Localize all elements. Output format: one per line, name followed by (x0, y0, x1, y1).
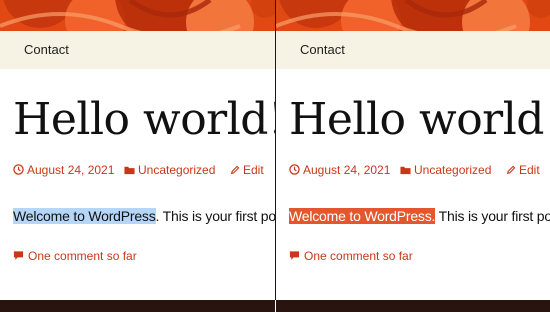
post-category-link[interactable]: Uncategorized (124, 163, 215, 177)
highlighted-text[interactable]: Welcome to WordPress. (289, 208, 435, 224)
selected-text[interactable]: Welcome to WordPress (13, 208, 156, 224)
left-panel: Contact Hello world! August 24, 2021 Unc… (0, 0, 275, 312)
post-category: Uncategorized (138, 163, 216, 177)
post-category-link[interactable]: Uncategorized (400, 163, 491, 177)
speech-bubble-icon (289, 251, 300, 260)
post-content-rest: This is your first post. (438, 208, 550, 224)
comments-link[interactable]: One comment so far (13, 249, 137, 263)
folder-icon (124, 166, 135, 175)
banner-pattern (0, 0, 275, 31)
right-panel: Contact Hello world! August 24, 2021 Unc… (276, 0, 550, 312)
comments-link[interactable]: One comment so far (289, 249, 413, 263)
post-category: Uncategorized (414, 163, 492, 177)
post-date: August 24, 2021 (303, 163, 391, 177)
header-banner-image (276, 0, 550, 31)
footer-bar (0, 300, 275, 312)
comments-label: One comment so far (304, 249, 413, 263)
clock-icon (13, 164, 24, 175)
post-edit-label: Edit (243, 163, 264, 177)
pencil-icon (506, 165, 516, 175)
post-edit-link[interactable]: Edit (230, 163, 264, 177)
post-date-link[interactable]: August 24, 2021 (13, 163, 114, 177)
post-date: August 24, 2021 (27, 163, 115, 177)
clock-icon (289, 164, 300, 175)
post-date-link[interactable]: August 24, 2021 (289, 163, 390, 177)
post-content: Welcome to WordPress. This is your first… (13, 208, 275, 224)
nav-contact-link[interactable]: Contact (24, 42, 69, 57)
speech-bubble-icon (13, 251, 24, 260)
post-title[interactable]: Hello world! (289, 98, 550, 142)
comments-label: One comment so far (28, 249, 137, 263)
post-edit-link[interactable]: Edit (506, 163, 540, 177)
post-title[interactable]: Hello world! (13, 98, 275, 142)
post-edit-label: Edit (519, 163, 540, 177)
post-content: Welcome to WordPress. This is your first… (289, 208, 550, 224)
banner-pattern (276, 0, 550, 31)
navigation-bar: Contact (276, 31, 550, 69)
pencil-icon (230, 165, 240, 175)
navigation-bar: Contact (0, 31, 275, 69)
nav-contact-link[interactable]: Contact (300, 42, 345, 57)
folder-icon (400, 166, 411, 175)
post-content-rest: . This is your first post. (155, 208, 275, 224)
header-banner-image (0, 0, 275, 31)
footer-bar (276, 300, 550, 312)
